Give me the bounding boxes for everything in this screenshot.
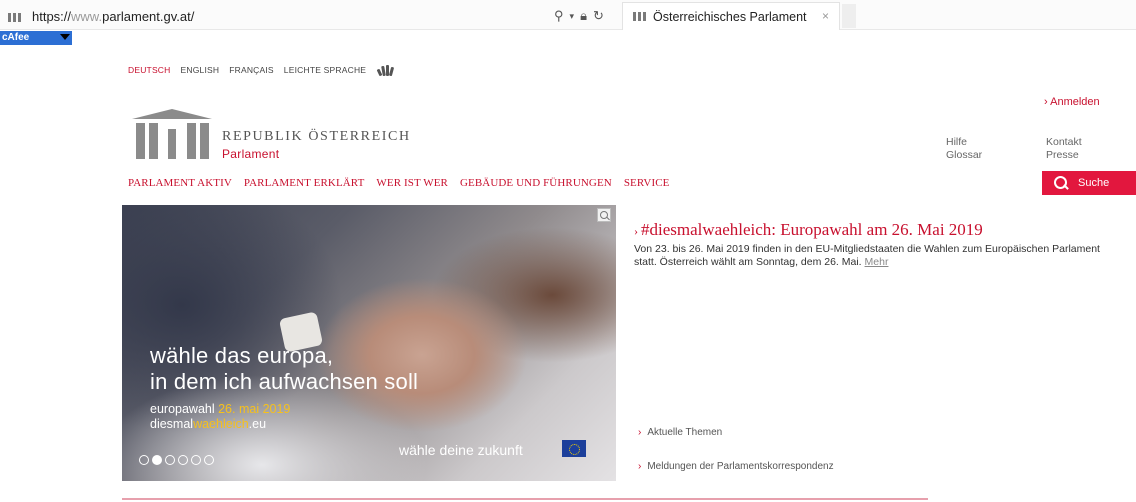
carousel-dot[interactable] (139, 455, 149, 465)
close-icon[interactable]: × (822, 9, 829, 23)
address-bar[interactable]: https://www. parlament.gv.at/ (6, 9, 194, 24)
tab-favicon-icon (631, 11, 649, 22)
leichte-sprache-icon[interactable] (376, 63, 396, 77)
nav-parlament-erklaert[interactable]: PARLAMENT ERKLÄRT (244, 177, 365, 189)
refresh-icon[interactable]: ↻ (593, 8, 604, 24)
nav-service[interactable]: SERVICE (624, 177, 670, 189)
news-more-link[interactable]: Mehr (865, 256, 889, 268)
nav-gebaeude-fuehrungen[interactable]: GEBÄUDE UND FÜHRUNGEN (460, 177, 612, 189)
browser-tab[interactable]: Österreichisches Parlament × (622, 2, 840, 30)
carousel-dot[interactable] (191, 455, 201, 465)
carousel-dot[interactable] (152, 455, 162, 465)
news-body: Von 23. bis 26. Mai 2019 finden in den E… (634, 243, 1104, 268)
site-suffix: .eu (248, 417, 267, 431)
site-highlight: waehleich (193, 417, 249, 431)
search-icon[interactable]: ⚲ (554, 8, 564, 24)
hero-line-1: wähle das europa, (150, 343, 334, 368)
url-protocol: https:// (32, 9, 72, 24)
search-label: Suche (1078, 177, 1110, 189)
divider (122, 498, 928, 500)
logo-column (200, 123, 209, 159)
carousel-dot[interactable] (178, 455, 188, 465)
lang-english[interactable]: ENGLISH (181, 65, 220, 75)
url-www: www. (71, 9, 103, 24)
hero-footer-slogan: wähle deine zukunft (399, 442, 523, 458)
logo-column (136, 123, 145, 159)
help-link[interactable]: Hilfe (946, 136, 967, 149)
brand-title: REPUBLIK ÖSTERREICH (222, 129, 411, 144)
brand-subtitle: Parlament (222, 147, 280, 161)
tab-title: Österreichisches Parlament (653, 9, 807, 24)
mcafee-toolbar-button[interactable]: cAfee (0, 31, 72, 45)
logo-column (149, 123, 158, 159)
chevron-right-icon: › (638, 461, 642, 472)
caret-down-icon (60, 34, 70, 40)
dropdown-arrow-icon[interactable]: ▾ (570, 11, 575, 22)
new-tab-button[interactable] (842, 4, 856, 28)
main-navigation: PARLAMENT AKTIV PARLAMENT ERKLÄRT WER IS… (128, 177, 669, 189)
browser-toolbar: https://www. parlament.gv.at/ ⚲ ▾ 🔒︎ ↻ Ös… (0, 0, 1136, 30)
lang-deutsch[interactable]: DEUTSCH (128, 65, 171, 75)
lang-leichte-sprache[interactable]: LEICHTE SPRACHE (284, 65, 366, 75)
hero-event-line: europawahl 26. mai 2019 (150, 402, 290, 417)
address-tools: ⚲ ▾ 🔒︎ ↻ (554, 8, 604, 24)
news-title-main: Europawahl am 26. Mai 2019 (780, 220, 983, 239)
parliament-logo[interactable] (132, 107, 212, 159)
hero-carousel[interactable]: wähle das europa, in dem ich aufwachsen … (122, 205, 616, 481)
zoom-icon[interactable] (597, 208, 611, 222)
hero-site-line: diesmalwaehleich.eu (150, 417, 290, 432)
hero-event-info: europawahl 26. mai 2019 diesmalwaehleich… (150, 402, 290, 432)
hero-line-2: in dem ich aufwachsen soll (150, 369, 419, 394)
carousel-dot[interactable] (165, 455, 175, 465)
search-button[interactable]: Suche (1042, 171, 1136, 195)
site-prefix: diesmal (150, 417, 194, 431)
contact-link[interactable]: Kontakt (1046, 136, 1082, 149)
lang-francais[interactable]: FRANÇAIS (229, 65, 274, 75)
quicklink-aktuelle-themen[interactable]: › Aktuelle Themen (638, 427, 722, 438)
language-bar: DEUTSCH ENGLISH FRANÇAIS LEICHTE SPRACHE (128, 63, 396, 77)
press-link[interactable]: Presse (1046, 149, 1079, 162)
quicklink-meldungen[interactable]: › Meldungen der Parlamentskorrespondenz (638, 461, 834, 472)
quicklink-label: Meldungen der Parlamentskorrespondenz (647, 461, 834, 472)
event-prefix: europawahl (150, 402, 219, 416)
lock-icon[interactable]: 🔒︎ (580, 8, 587, 24)
nav-wer-ist-wer[interactable]: WER IST WER (376, 177, 448, 189)
news-hashtag: #diesmalwaehleich: (641, 220, 781, 239)
hero-headline: wähle das europa, in dem ich aufwachsen … (150, 343, 418, 395)
site-favicon-icon (6, 11, 26, 23)
quicklink-label: Aktuelle Themen (647, 427, 723, 438)
mcafee-label: cAfee (2, 32, 30, 43)
login-link[interactable]: › Anmelden (1044, 96, 1100, 108)
logo-roof (132, 109, 212, 119)
news-headline[interactable]: › #diesmalwaehleich: Europawahl am 26. Ma… (634, 220, 983, 240)
event-date: 26. mai 2019 (218, 402, 291, 416)
logo-column (187, 123, 196, 159)
url-host: parlament.gv.at/ (102, 9, 195, 24)
nav-parlament-aktiv[interactable]: PARLAMENT AKTIV (128, 177, 232, 189)
chevron-right-icon: › (638, 427, 642, 438)
carousel-dot[interactable] (204, 455, 214, 465)
logo-column (168, 129, 176, 159)
glossary-link[interactable]: Glossar (946, 149, 982, 162)
eu-flag-icon (562, 440, 586, 457)
arrow-icon: › (634, 224, 638, 238)
magnifier-icon (1054, 176, 1068, 190)
carousel-dots (139, 455, 214, 465)
